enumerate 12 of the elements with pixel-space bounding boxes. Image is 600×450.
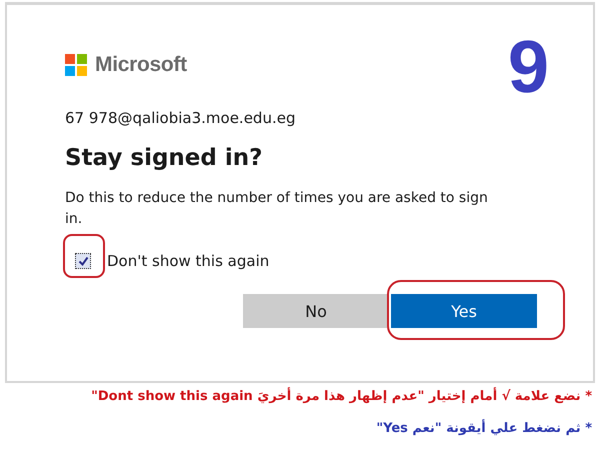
dialog-message: Do this to reduce the number of times you are asked to sign in. xyxy=(65,189,489,229)
account-email: 67 978@qaliobia3.moe.edu.eg xyxy=(65,109,296,127)
dialog-title: Stay signed in? xyxy=(65,145,264,171)
checkbox[interactable] xyxy=(75,253,91,269)
instruction-text: * ثم نضغط علي أيقونة "نعم Yes" xyxy=(375,418,592,438)
yes-button[interactable]: Yes xyxy=(391,294,537,328)
logo-icon xyxy=(65,54,87,76)
brand-name: Microsoft xyxy=(95,53,187,77)
checkbox-label: Don't show this again xyxy=(107,252,270,270)
instruction-text: * نضع علامة √ أمام إختيار "عدم إظهار هذا مرة أخريَ Dont show this again" xyxy=(90,386,592,406)
step-number: 9 xyxy=(508,35,549,99)
no-button[interactable]: No xyxy=(243,294,389,328)
